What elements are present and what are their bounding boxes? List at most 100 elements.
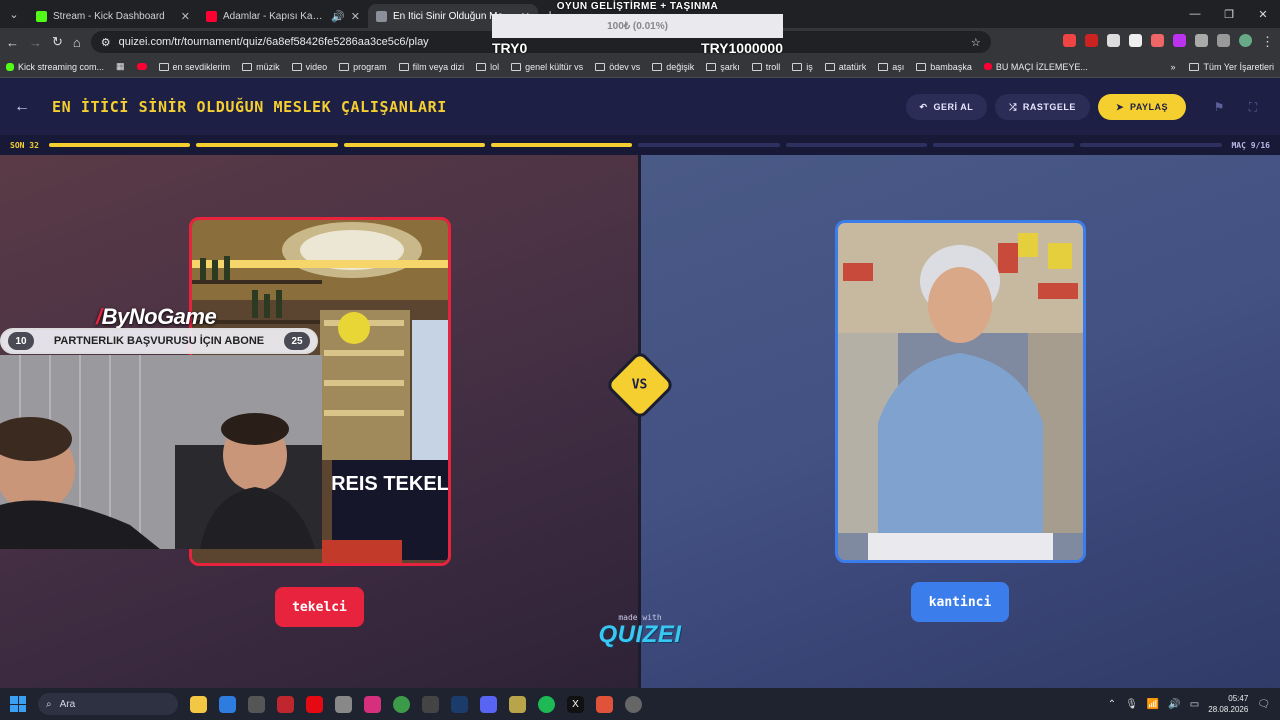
- app-icon[interactable]: [625, 695, 642, 713]
- mail-icon[interactable]: [219, 695, 236, 713]
- kick-icon: [6, 62, 14, 71]
- bookmark-folder[interactable]: aşı: [878, 62, 904, 72]
- page-title: EN İTİCİ SİNİR OLDUĞUN MESLEK ÇALIŞANLAR…: [52, 98, 447, 116]
- bookmark-folder[interactable]: film veya dizi: [398, 61, 465, 72]
- app-icon[interactable]: [509, 695, 526, 713]
- window-controls: — ❐ ✕: [1178, 0, 1280, 28]
- battery-icon[interactable]: ▭: [1190, 699, 1199, 710]
- bookmark-youtube[interactable]: [136, 63, 147, 70]
- share-button[interactable]: ➤ PAYLAŞ: [1097, 94, 1186, 120]
- taskbar-search[interactable]: ⌕ Ara: [38, 693, 178, 715]
- chrome-icon[interactable]: [393, 695, 410, 713]
- flag-icon[interactable]: ⚑: [1206, 100, 1232, 114]
- search-icon: ⌕: [46, 698, 52, 710]
- tab-search-icon[interactable]: ⌄: [0, 0, 28, 28]
- folder-icon: [1189, 62, 1200, 71]
- folder-icon: [916, 62, 927, 71]
- fullscreen-icon[interactable]: ⛶: [1240, 100, 1266, 115]
- bookmark-folder[interactable]: müzik: [242, 62, 280, 72]
- made-with-quizei[interactable]: made with QUIZEI: [596, 613, 684, 648]
- bookmark-folder[interactable]: değişik: [652, 62, 694, 72]
- bookmark-folder[interactable]: iş: [792, 62, 813, 72]
- menu-icon[interactable]: ⋮: [1261, 34, 1274, 50]
- app-icon[interactable]: [277, 695, 294, 713]
- bookmark-folder[interactable]: bambaşka: [916, 62, 972, 72]
- x-icon[interactable]: X: [567, 695, 584, 713]
- bookmark-folder[interactable]: video: [291, 62, 327, 72]
- microphone-icon[interactable]: 🎙: [1125, 699, 1138, 710]
- chevron-up-icon[interactable]: ⌃: [1108, 699, 1116, 710]
- instagram-icon[interactable]: [364, 695, 381, 713]
- close-window-icon[interactable]: ✕: [1246, 0, 1280, 28]
- netflix-icon[interactable]: [306, 695, 323, 713]
- site-info-icon[interactable]: ⚙: [101, 36, 111, 49]
- extension-icon[interactable]: [1129, 34, 1142, 47]
- bookmark-youtube-match[interactable]: BU MAÇI İZLEMEYE...: [983, 62, 1088, 72]
- forward-icon[interactable]: →: [29, 35, 42, 50]
- close-icon[interactable]: ✕: [181, 10, 190, 23]
- obs-icon[interactable]: [422, 695, 439, 713]
- chatgpt-icon[interactable]: [335, 695, 352, 713]
- bookmark-folder[interactable]: şarkı: [706, 62, 740, 72]
- speedometer-icon[interactable]: [248, 695, 265, 713]
- discord-icon[interactable]: [480, 695, 497, 713]
- home-icon[interactable]: ⌂: [73, 35, 81, 50]
- bookmark-folder[interactable]: genel kültür vs: [511, 62, 583, 72]
- spotify-icon[interactable]: [538, 695, 555, 713]
- steam-icon[interactable]: [451, 695, 468, 713]
- file-explorer-icon[interactable]: [190, 695, 207, 713]
- media-icon[interactable]: [1217, 34, 1230, 47]
- extension-icon[interactable]: [1063, 34, 1076, 47]
- random-button[interactable]: ⤮ RASTGELE: [995, 94, 1090, 120]
- wifi-icon[interactable]: 📶: [1147, 699, 1159, 710]
- windows-start-icon[interactable]: [10, 696, 26, 712]
- sponsor-logo: /ByNoGame: [96, 304, 217, 330]
- puzzle-icon[interactable]: [1195, 34, 1208, 47]
- shuffle-icon: ⤮: [1009, 101, 1017, 112]
- bookmark-folder[interactable]: en sevdiklerim: [158, 62, 230, 72]
- folder-icon: [398, 62, 409, 71]
- bookmark-label: iş: [806, 61, 813, 72]
- tab-title: Stream - Kick Dashboard: [53, 10, 165, 22]
- restore-icon[interactable]: ❐: [1212, 0, 1246, 28]
- extension-icon[interactable]: [1107, 34, 1120, 47]
- left-choice-button[interactable]: tekelci: [275, 587, 364, 627]
- avatar[interactable]: [1239, 34, 1252, 47]
- bookmark-folder[interactable]: lol: [476, 62, 499, 72]
- clock[interactable]: 05:47 28.08.2026: [1208, 693, 1248, 715]
- undo-button[interactable]: ↶ GERİ AL: [905, 94, 988, 120]
- right-choice-image[interactable]: [835, 220, 1086, 563]
- volume-icon[interactable]: 🔊: [1168, 699, 1180, 710]
- audio-icon[interactable]: 🔊: [331, 10, 345, 23]
- back-arrow-icon[interactable]: ←: [14, 98, 38, 116]
- bookmark-kick[interactable]: Kick streaming com...: [6, 62, 104, 72]
- bookmark-star-icon[interactable]: ☆: [971, 36, 981, 49]
- youtube-icon: [983, 63, 992, 70]
- folder-icon: [511, 62, 522, 71]
- extension-icon[interactable]: [1173, 34, 1186, 47]
- extension-icon[interactable]: [1151, 34, 1164, 47]
- tab-kick-dashboard[interactable]: Stream - Kick Dashboard ✕: [28, 4, 198, 28]
- folder-icon: [878, 62, 889, 71]
- app-icon[interactable]: [596, 695, 613, 713]
- folder-icon: [792, 62, 803, 71]
- shop-sign: REIS TEKEL: [331, 473, 448, 495]
- reload-icon[interactable]: ↻: [52, 34, 63, 50]
- bookmark-folder[interactable]: ödev vs: [595, 62, 640, 72]
- minimize-icon[interactable]: —: [1178, 0, 1212, 28]
- windows-taskbar: ⌕ Ara X ⌃ 🎙 📶 🔊 ▭ 05:47 28.08.2026 🗨: [0, 688, 1280, 720]
- all-bookmarks[interactable]: Tüm Yer İşaretleri: [1189, 62, 1274, 72]
- apps-icon[interactable]: ▦: [116, 61, 125, 72]
- bookmark-folder[interactable]: troll: [751, 62, 780, 72]
- close-icon[interactable]: ✕: [351, 10, 360, 23]
- bookmark-label: bambaşka: [930, 61, 972, 72]
- bookmark-folder[interactable]: program: [339, 62, 387, 72]
- bookmark-label: film veya dizi: [412, 61, 465, 72]
- bookmark-folder[interactable]: atatürk: [824, 62, 866, 72]
- right-choice-button[interactable]: kantinci: [911, 582, 1009, 622]
- notification-icon[interactable]: 🗨: [1257, 699, 1270, 710]
- chevron-right-icon[interactable]: »: [1170, 62, 1175, 72]
- tab-youtube[interactable]: Adamlar - Kapısı Kapalı (Offi 🔊 ✕: [198, 4, 368, 28]
- back-icon[interactable]: ←: [6, 35, 19, 50]
- extension-icon[interactable]: [1085, 34, 1098, 47]
